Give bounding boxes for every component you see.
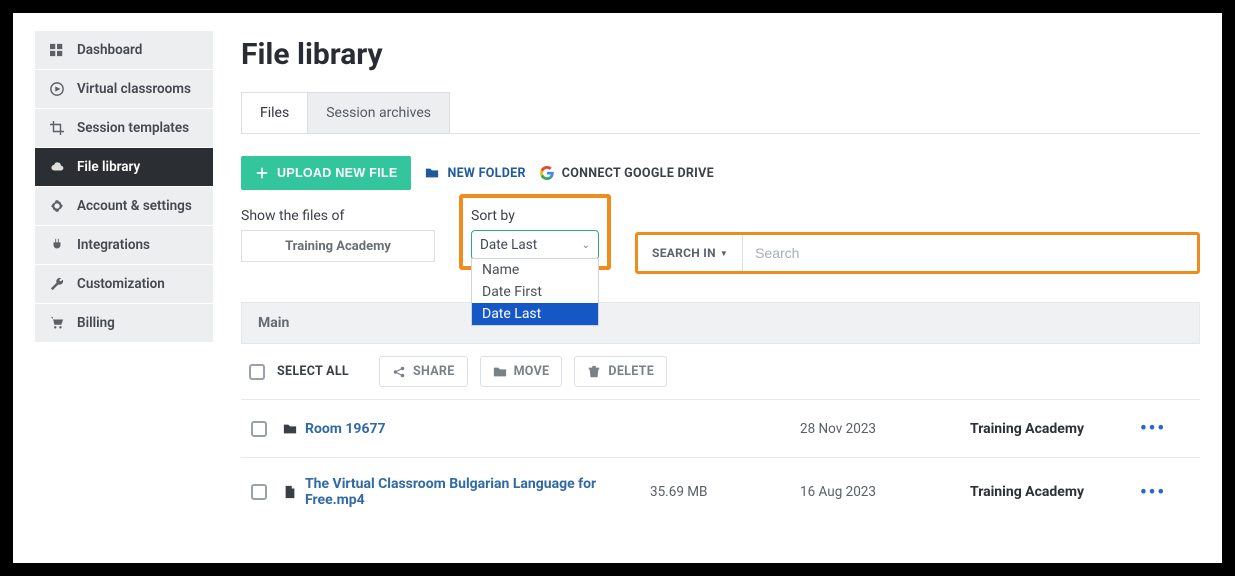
sidebar-item-virtual-classrooms[interactable]: Virtual classrooms bbox=[35, 70, 213, 109]
sidebar-item-file-library[interactable]: File library bbox=[35, 148, 213, 187]
sidebar: Dashboard Virtual classrooms Session tem… bbox=[35, 31, 213, 553]
play-circle-icon bbox=[49, 82, 65, 96]
plug-icon bbox=[49, 238, 65, 252]
show-files-of-block: Show the files of Training Academy bbox=[241, 208, 435, 262]
button-label: DELETE bbox=[608, 364, 654, 379]
row-date: 16 Aug 2023 bbox=[800, 484, 970, 500]
cart-icon bbox=[49, 316, 65, 330]
sidebar-item-label: Virtual classrooms bbox=[77, 81, 191, 97]
upload-new-file-button[interactable]: UPLOAD NEW FILE bbox=[241, 156, 411, 190]
row-more-button[interactable]: ••• bbox=[1140, 482, 1190, 503]
button-label: UPLOAD NEW FILE bbox=[277, 166, 397, 180]
connect-google-drive-button[interactable]: CONNECT GOOGLE DRIVE bbox=[540, 166, 714, 181]
row-size: 35.69 MB bbox=[650, 484, 800, 500]
button-label: CONNECT GOOGLE DRIVE bbox=[562, 166, 714, 181]
chevron-down-icon: ⌄ bbox=[582, 240, 590, 251]
sort-by-label: Sort by bbox=[471, 208, 599, 224]
folder-icon bbox=[493, 365, 507, 379]
new-folder-button[interactable]: NEW FOLDER bbox=[425, 166, 525, 181]
table-row: Room 19677 28 Nov 2023 Training Academy … bbox=[241, 399, 1200, 457]
caret-down-icon: ▼ bbox=[720, 249, 728, 258]
sidebar-item-account-settings[interactable]: Account & settings bbox=[35, 187, 213, 226]
table-row: The Virtual Classroom Bulgarian Language… bbox=[241, 457, 1200, 526]
main-content: File library Files Session archives UPLO… bbox=[241, 31, 1200, 553]
cloud-icon bbox=[49, 160, 65, 174]
select-value: Date Last bbox=[480, 237, 537, 253]
breadcrumb[interactable]: Main bbox=[241, 302, 1200, 344]
row-checkbox[interactable] bbox=[251, 484, 267, 500]
share-icon bbox=[392, 365, 406, 379]
sidebar-item-label: Session templates bbox=[77, 120, 189, 136]
wrench-icon bbox=[49, 277, 65, 291]
action-bar: UPLOAD NEW FILE NEW FOLDER CONNECT GOOGL… bbox=[241, 156, 1200, 190]
grid-icon bbox=[49, 43, 65, 57]
gear-icon bbox=[49, 199, 65, 213]
crop-icon bbox=[49, 121, 65, 135]
button-label: MOVE bbox=[514, 364, 550, 379]
row-checkbox[interactable] bbox=[251, 421, 267, 437]
file-icon bbox=[283, 485, 297, 499]
search-scope-label: SEARCH IN bbox=[652, 246, 716, 260]
sidebar-item-dashboard[interactable]: Dashboard bbox=[35, 31, 213, 70]
row-name-link[interactable]: The Virtual Classroom Bulgarian Language… bbox=[283, 476, 650, 508]
trash-icon bbox=[587, 365, 601, 379]
sort-by-dropdown: Name Date First Date Last bbox=[471, 258, 599, 326]
sidebar-item-session-templates[interactable]: Session templates bbox=[35, 109, 213, 148]
sidebar-item-label: Customization bbox=[77, 276, 165, 292]
sidebar-item-label: Integrations bbox=[77, 237, 150, 253]
sort-option-name[interactable]: Name bbox=[472, 259, 598, 281]
bulk-action-row: SELECT ALL SHARE MOVE bbox=[241, 344, 1200, 399]
sidebar-item-integrations[interactable]: Integrations bbox=[35, 226, 213, 265]
row-owner: Training Academy bbox=[970, 484, 1140, 500]
row-more-button[interactable]: ••• bbox=[1140, 418, 1190, 439]
sort-by-block: Sort by Date Last ⌄ Name Date First Date… bbox=[459, 194, 611, 270]
sort-by-select[interactable]: Date Last ⌄ bbox=[471, 230, 599, 260]
button-label: NEW FOLDER bbox=[447, 166, 525, 181]
folder-icon bbox=[283, 422, 297, 436]
row-owner: Training Academy bbox=[970, 421, 1140, 437]
row-date: 28 Nov 2023 bbox=[800, 421, 970, 437]
plus-icon bbox=[255, 166, 269, 180]
delete-button[interactable]: DELETE bbox=[574, 356, 667, 387]
button-label: SHARE bbox=[413, 364, 455, 379]
show-files-of-select[interactable]: Training Academy bbox=[241, 230, 435, 262]
sidebar-item-label: Account & settings bbox=[77, 198, 192, 214]
row-name: Room 19677 bbox=[305, 421, 386, 437]
tabs: Files Session archives bbox=[241, 92, 1200, 134]
search-input[interactable] bbox=[743, 235, 1197, 271]
sidebar-item-label: File library bbox=[77, 159, 140, 175]
sidebar-item-label: Billing bbox=[77, 315, 115, 331]
google-icon bbox=[540, 166, 554, 180]
select-all-label: SELECT ALL bbox=[277, 364, 349, 379]
folder-icon bbox=[425, 166, 439, 180]
search-scope-button[interactable]: SEARCH IN ▼ bbox=[638, 235, 743, 271]
row-name-link[interactable]: Room 19677 bbox=[283, 421, 650, 437]
page-title: File library bbox=[241, 37, 1200, 72]
tab-files[interactable]: Files bbox=[241, 92, 308, 133]
tab-session-archives[interactable]: Session archives bbox=[307, 92, 450, 133]
breadcrumb-root: Main bbox=[258, 315, 289, 331]
search-block: SEARCH IN ▼ bbox=[635, 232, 1200, 274]
sidebar-item-label: Dashboard bbox=[77, 42, 142, 58]
show-files-of-label: Show the files of bbox=[241, 208, 435, 224]
sort-option-date-first[interactable]: Date First bbox=[472, 281, 598, 303]
move-button[interactable]: MOVE bbox=[480, 356, 563, 387]
select-value: Training Academy bbox=[285, 239, 391, 254]
sort-option-date-last[interactable]: Date Last bbox=[472, 303, 598, 325]
sidebar-item-customization[interactable]: Customization bbox=[35, 265, 213, 304]
row-name: The Virtual Classroom Bulgarian Language… bbox=[305, 476, 650, 508]
filter-row: Show the files of Training Academy Sort … bbox=[241, 208, 1200, 274]
select-all-checkbox[interactable] bbox=[249, 364, 265, 380]
sidebar-item-billing[interactable]: Billing bbox=[35, 304, 213, 343]
share-button[interactable]: SHARE bbox=[379, 356, 468, 387]
